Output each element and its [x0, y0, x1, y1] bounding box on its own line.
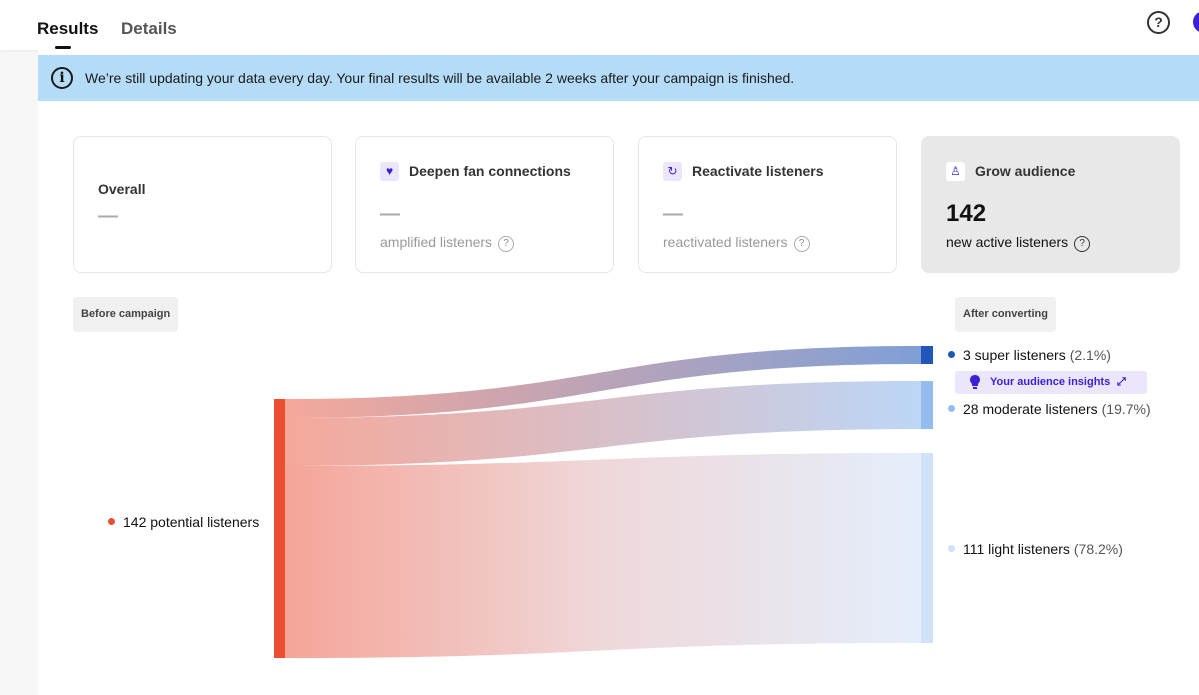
expand-icon: ⤢: [1117, 376, 1126, 388]
target-node-light: [921, 453, 933, 643]
legend-dot: [108, 518, 115, 525]
source-node: [274, 399, 285, 658]
target-label-light: 111 light listeners (78.2%): [948, 541, 1123, 557]
target-label-super: 3 super listeners (2.1%): [948, 347, 1111, 363]
target-node-super: [921, 346, 933, 364]
flow-to-moderate: [285, 381, 921, 466]
target-label-moderate: 28 moderate listeners (19.7%): [948, 401, 1151, 417]
source-label: 142 potential listeners: [108, 514, 259, 530]
legend-dot: [948, 351, 955, 358]
legend-dot: [948, 405, 955, 412]
legend-dot: [948, 545, 955, 552]
target-node-moderate: [921, 381, 933, 429]
flow-to-light: [285, 453, 921, 658]
audience-insights-link[interactable]: Your audience insights ⤢: [955, 371, 1147, 394]
lightbulb-icon: [970, 375, 980, 389]
